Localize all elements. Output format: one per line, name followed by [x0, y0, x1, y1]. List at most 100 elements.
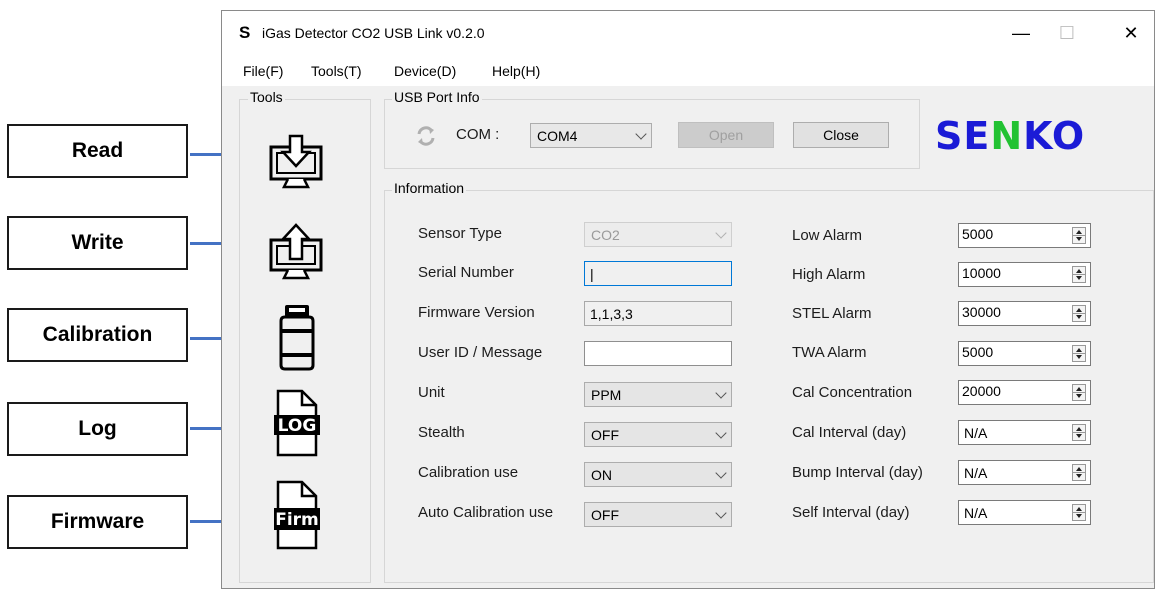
stealth-select[interactable]: OFF [584, 422, 732, 447]
chevron-down-icon [635, 128, 647, 140]
maximize-button[interactable]: ☐ [1044, 11, 1090, 56]
callout-firmware: Firmware [7, 495, 188, 549]
calibration-use-select[interactable]: ON [584, 462, 732, 487]
high-alarm-stepper[interactable]: 10000 [958, 262, 1091, 287]
read-icon[interactable] [266, 132, 326, 192]
twa-alarm-label: TWA Alarm [792, 344, 867, 361]
close-window-button[interactable]: ✕ [1108, 11, 1154, 56]
auto-calibration-use-label: Auto Calibration use [418, 504, 554, 521]
firmware-version-field: 1,1,3,3 [584, 301, 732, 326]
callout-read-label: Read [71, 139, 124, 162]
spin-arrows-icon[interactable] [1072, 424, 1086, 441]
stealth-label: Stealth [418, 424, 465, 441]
menu-bar: File(F) Tools(T) Device(D) Help(H) [222, 56, 1154, 86]
serial-number-field[interactable]: | [584, 261, 732, 286]
sensor-type-select[interactable]: CO2 [584, 222, 732, 247]
callout-read: Read [7, 124, 188, 178]
spin-arrows-icon[interactable] [1072, 504, 1086, 521]
spin-arrows-icon[interactable] [1072, 305, 1086, 322]
callout-calibration-label: Calibration [42, 323, 153, 346]
callout-log: Log [7, 402, 188, 456]
spin-arrows-icon[interactable] [1072, 464, 1086, 481]
firm-icon-text: Firm [275, 510, 319, 530]
logo-part3: KO [1023, 114, 1086, 158]
self-interval-value: N/A [964, 505, 988, 521]
stel-alarm-stepper[interactable]: 30000 [958, 301, 1091, 326]
bump-interval-value: N/A [964, 465, 988, 481]
information-group-label: Information [392, 180, 467, 196]
title-bar: S iGas Detector CO2 USB Link v0.2.0 — ☐ … [222, 11, 1154, 56]
cal-interval-value: N/A [964, 425, 988, 441]
menu-file[interactable]: File(F) [243, 63, 283, 79]
refresh-icon[interactable] [415, 125, 437, 147]
chevron-down-icon [715, 467, 727, 479]
logo-part2: N [990, 114, 1024, 158]
minimize-icon: — [1012, 23, 1030, 43]
cal-interval-stepper[interactable]: N/A [958, 420, 1091, 445]
close-icon: ✕ [1123, 23, 1139, 43]
write-icon[interactable] [266, 223, 326, 283]
firmware-version-label: Firmware Version [418, 304, 535, 321]
cal-concentration-value: 20000 [962, 383, 1001, 399]
logo-part1: SE [935, 114, 991, 158]
stel-alarm-label: STEL Alarm [792, 305, 872, 322]
auto-calibration-use-value: OFF [591, 507, 619, 523]
high-alarm-label: High Alarm [792, 266, 866, 283]
open-button[interactable]: Open [678, 122, 774, 148]
firmware-version-value: 1,1,3,3 [590, 306, 633, 322]
app-icon: S [239, 23, 251, 42]
callout-firmware-label: Firmware [50, 510, 145, 533]
low-alarm-stepper[interactable]: 5000 [958, 223, 1091, 248]
tools-group-label: Tools [248, 89, 285, 105]
spin-arrows-icon[interactable] [1072, 384, 1086, 401]
unit-value: PPM [591, 387, 622, 403]
close-button[interactable]: Close [793, 122, 889, 148]
callout-calibration: Calibration [7, 308, 188, 362]
stealth-value: OFF [591, 427, 619, 443]
low-alarm-value: 5000 [962, 226, 994, 242]
log-icon[interactable]: LOG [270, 389, 322, 457]
chevron-down-icon [715, 227, 727, 239]
window-title: iGas Detector CO2 USB Link v0.2.0 [262, 25, 485, 41]
self-interval-label: Self Interval (day) [792, 504, 910, 521]
log-icon-text: LOG [278, 416, 317, 436]
sensor-type-label: Sensor Type [418, 225, 502, 242]
firmware-icon[interactable]: Firm [270, 480, 322, 550]
usb-port-group-label: USB Port Info [392, 89, 482, 105]
menu-tools[interactable]: Tools(T) [311, 63, 362, 79]
serial-number-value: | [590, 266, 594, 282]
twa-alarm-stepper[interactable]: 5000 [958, 341, 1091, 366]
chevron-down-icon [715, 387, 727, 399]
com-select[interactable]: COM4 [530, 123, 652, 148]
cal-interval-label: Cal Interval (day) [792, 424, 907, 441]
cal-concentration-stepper[interactable]: 20000 [958, 380, 1091, 405]
bump-interval-label: Bump Interval (day) [792, 464, 923, 481]
bump-interval-stepper[interactable]: N/A [958, 460, 1091, 485]
stel-alarm-value: 30000 [962, 304, 1001, 320]
calibration-icon[interactable] [272, 303, 322, 373]
calibration-use-value: ON [591, 467, 612, 483]
unit-select[interactable]: PPM [584, 382, 732, 407]
app-window: S iGas Detector CO2 USB Link v0.2.0 — ☐ … [221, 10, 1155, 589]
com-label: COM : [456, 126, 500, 143]
spin-arrows-icon[interactable] [1072, 227, 1086, 244]
user-id-label: User ID / Message [418, 344, 543, 361]
user-id-field[interactable] [584, 341, 732, 366]
client-area: Tools LOG Firm USB Port Info COM: COM4 … [222, 86, 1154, 588]
minimize-button[interactable]: — [998, 11, 1044, 56]
spin-arrows-icon[interactable] [1072, 266, 1086, 283]
callout-log-label: Log [78, 417, 117, 440]
callout-write: Write [7, 216, 188, 270]
menu-help[interactable]: Help(H) [492, 63, 540, 79]
chevron-down-icon [715, 507, 727, 519]
chevron-down-icon [715, 427, 727, 439]
cal-concentration-label: Cal Concentration [792, 384, 913, 401]
sensor-type-value: CO2 [591, 227, 620, 243]
twa-alarm-value: 5000 [962, 344, 994, 360]
high-alarm-value: 10000 [962, 265, 1001, 281]
menu-device[interactable]: Device(D) [394, 63, 456, 79]
auto-calibration-use-select[interactable]: OFF [584, 502, 732, 527]
callout-write-label: Write [71, 231, 124, 254]
spin-arrows-icon[interactable] [1072, 345, 1086, 362]
self-interval-stepper[interactable]: N/A [958, 500, 1091, 525]
